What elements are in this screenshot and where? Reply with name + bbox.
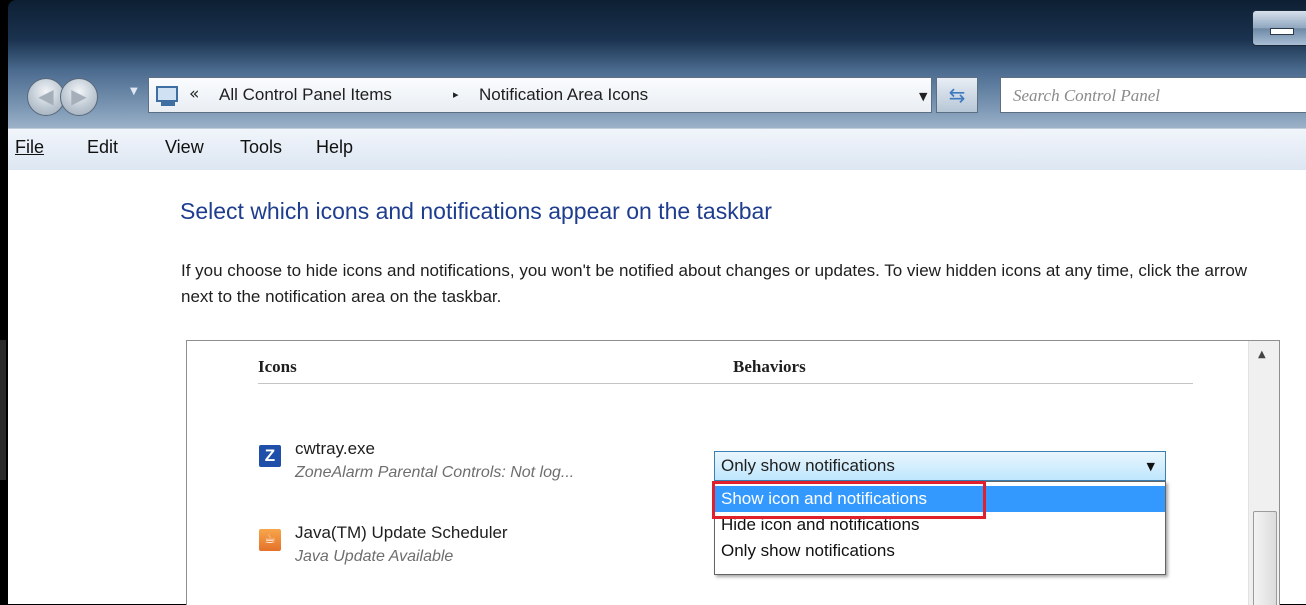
column-header-icons: Icons bbox=[258, 357, 297, 376]
option-label: Only show notifications bbox=[721, 541, 895, 560]
address-bar[interactable]: « All Control Panel Items ▸ Notification… bbox=[148, 77, 932, 113]
menu-tools[interactable]: Tools bbox=[240, 137, 282, 158]
menu-view[interactable]: View bbox=[165, 137, 204, 158]
annotation-highlight-box bbox=[712, 481, 986, 519]
menu-edit[interactable]: Edit bbox=[87, 137, 118, 158]
refresh-button[interactable]: ⇆ bbox=[936, 77, 978, 113]
breadcrumb-separator-icon[interactable]: ▸ bbox=[453, 88, 459, 101]
column-header-behaviors: Behaviors bbox=[733, 357, 806, 376]
refresh-icon: ⇆ bbox=[948, 83, 966, 107]
behavior-select[interactable]: Only show notifications ▼ bbox=[714, 451, 1166, 481]
forward-arrow-icon: ▶ bbox=[71, 84, 87, 108]
vertical-scrollbar[interactable]: ▲ bbox=[1248, 341, 1279, 605]
scroll-up-arrow-icon[interactable]: ▲ bbox=[1258, 349, 1266, 360]
icons-table: Icons Behaviors Z cwtray.exe ZoneAlarm P… bbox=[186, 340, 1280, 605]
java-icon: ☕ bbox=[259, 529, 281, 551]
behavior-select-value: Only show notifications bbox=[721, 456, 895, 475]
breadcrumb-overflow[interactable]: « bbox=[189, 84, 199, 104]
search-input[interactable]: Search Control Panel bbox=[1000, 77, 1306, 113]
breadcrumb-all-control-panel-items[interactable]: All Control Panel Items bbox=[219, 85, 392, 105]
menu-help[interactable]: Help bbox=[316, 137, 353, 158]
app-subtitle-cwtray: ZoneAlarm Parental Controls: Not log... bbox=[295, 464, 575, 481]
menu-bar: File Edit View Tools Help bbox=[8, 128, 1306, 171]
app-subtitle-java: Java Update Available bbox=[295, 548, 454, 565]
menu-file-label: File bbox=[15, 137, 45, 157]
app-name-cwtray: cwtray.exe bbox=[295, 439, 375, 458]
menu-file[interactable]: File bbox=[15, 137, 44, 158]
minimize-icon bbox=[1270, 28, 1294, 35]
recent-pages-dropdown-icon[interactable]: ▼ bbox=[130, 86, 138, 97]
minimize-button[interactable] bbox=[1252, 10, 1306, 46]
breadcrumb-notification-area-icons[interactable]: Notification Area Icons bbox=[479, 85, 648, 105]
scrollbar-thumb[interactable] bbox=[1253, 511, 1277, 605]
header-divider bbox=[258, 383, 1193, 384]
content-pane: Select which icons and notifications app… bbox=[8, 170, 1306, 605]
page-title: Select which icons and notifications app… bbox=[180, 198, 772, 224]
page-description: If you choose to hide icons and notifica… bbox=[181, 261, 1248, 306]
zonealarm-icon: Z bbox=[259, 445, 281, 467]
search-placeholder: Search Control Panel bbox=[1013, 86, 1160, 105]
back-arrow-icon: ◀ bbox=[38, 84, 54, 108]
forward-button[interactable]: ▶ bbox=[60, 78, 98, 116]
option-only-show-notifications[interactable]: Only show notifications bbox=[715, 538, 1165, 564]
chevron-down-icon: ▼ bbox=[1146, 460, 1155, 473]
control-panel-icon bbox=[156, 86, 178, 106]
background-edge bbox=[0, 340, 6, 480]
address-dropdown-icon[interactable]: ▼ bbox=[919, 90, 927, 103]
app-name-java: Java(TM) Update Scheduler bbox=[295, 523, 508, 542]
